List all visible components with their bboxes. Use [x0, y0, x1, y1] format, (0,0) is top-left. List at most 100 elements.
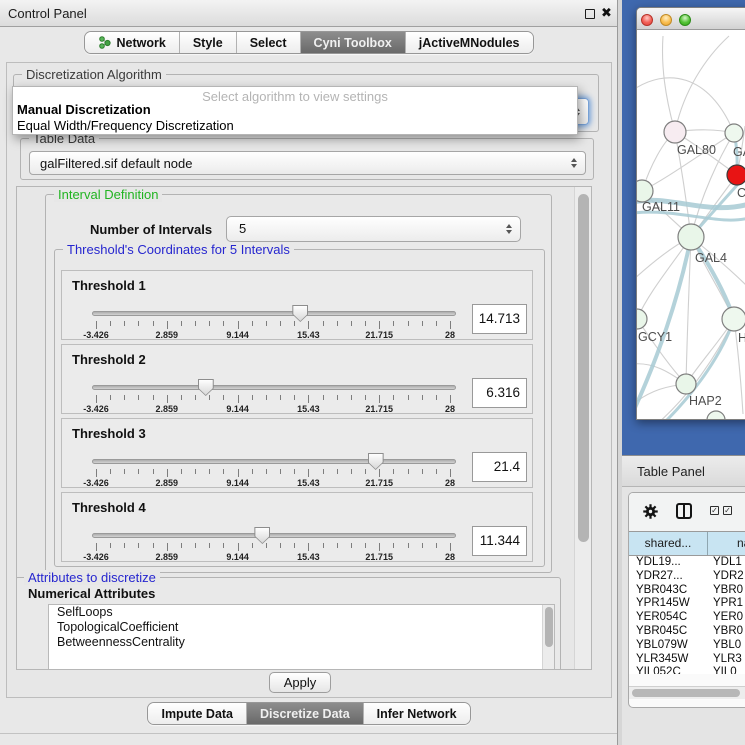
network-node[interactable] [727, 165, 745, 185]
column-header-name[interactable]: na [709, 532, 745, 555]
tick-mark [167, 543, 168, 551]
tab-infer-network[interactable]: Infer Network [364, 703, 470, 724]
table-row[interactable]: YIL052CYIL0 [629, 666, 745, 674]
attributes-group-title: Attributes to discretize [24, 570, 160, 585]
checkbox-checked-icon[interactable]: ✓ [723, 506, 732, 515]
slider-track[interactable] [92, 311, 456, 316]
tick-mark [167, 321, 168, 329]
tick-mark [393, 543, 394, 548]
checkbox-checked-icon[interactable]: ✓ [710, 506, 719, 515]
tick-mark [365, 395, 366, 400]
tab-cyni-toolbox[interactable]: Cyni Toolbox [301, 32, 406, 53]
table-row[interactable]: YDR27...YDR2 [629, 570, 745, 584]
slider-track[interactable] [92, 385, 456, 390]
tick-mark [323, 469, 324, 474]
slider-track[interactable] [92, 533, 456, 538]
network-node[interactable] [637, 309, 647, 329]
tab-style[interactable]: Style [180, 32, 237, 53]
cell-name: YBL0 [713, 639, 741, 651]
tab-discretize-data[interactable]: Discretize Data [247, 703, 364, 724]
list-scrollbar[interactable] [542, 605, 554, 669]
threshold-value-field[interactable]: 14.713 [472, 304, 527, 334]
network-edge[interactable] [642, 133, 734, 191]
table-row[interactable]: YLR345WYLR3 [629, 653, 745, 667]
popup-option-equal-width-frequency-discretization[interactable]: Equal Width/Frequency Discretization [13, 118, 577, 134]
float-icon[interactable] [585, 9, 595, 19]
tick-mark [450, 321, 451, 329]
network-node-label: GCY1 [638, 330, 672, 344]
close-traffic-light-icon[interactable] [641, 14, 653, 26]
tick-mark [138, 469, 139, 474]
tick-mark [337, 395, 338, 400]
gear-icon[interactable] [642, 503, 659, 520]
split-columns-icon[interactable] [676, 503, 692, 519]
tab-network[interactable]: Network [85, 32, 179, 53]
table-data-group: Table Data galFiltered.sif default node [20, 138, 594, 180]
popup-option-manual-discretization[interactable]: Manual Discretization [13, 102, 577, 118]
tick-mark [153, 321, 154, 326]
table-data-combo[interactable]: galFiltered.sif default node [29, 151, 586, 175]
network-window-titlebar[interactable] [637, 8, 745, 30]
bottom-tab-bar: Impute Data Discretize DataInfer Network [0, 702, 618, 725]
column-header-shared-name[interactable]: shared... [629, 532, 708, 555]
tab-select[interactable]: Select [237, 32, 301, 53]
slider-thumb[interactable] [368, 453, 384, 470]
tick-mark [280, 543, 281, 548]
network-node[interactable] [707, 411, 725, 419]
cell-shared-name: YLR345W [636, 653, 688, 665]
apply-button[interactable]: Apply [269, 672, 331, 693]
cell-name: YBR0 [713, 584, 743, 596]
tick-mark [153, 469, 154, 474]
tick-mark [252, 543, 253, 548]
network-node[interactable] [725, 124, 743, 142]
network-window[interactable]: GAL80GACGAL11GAL4GCY1HHAP2 [636, 7, 745, 420]
network-edge[interactable] [663, 36, 676, 132]
network-canvas[interactable]: GAL80GACGAL11GAL4GCY1HHAP2 [637, 30, 745, 419]
tab-jactivemnodules[interactable]: jActiveMNodules [406, 32, 533, 53]
threshold-value-field[interactable]: 21.4 [472, 452, 527, 482]
minimize-traffic-light-icon[interactable] [660, 14, 672, 26]
tab-impute-data[interactable]: Impute Data [148, 703, 247, 724]
thresholds-group-title: Threshold's Coordinates for 5 Intervals [63, 242, 294, 257]
tick-mark [266, 395, 267, 400]
number-of-intervals-spinner[interactable]: 5 [226, 216, 521, 242]
tick-mark [223, 321, 224, 326]
network-node[interactable] [637, 180, 653, 202]
table-panel-card: ✓ ✓ shared... na YDL19...YDL1YDR27...YDR… [628, 492, 745, 708]
attribute-list-item[interactable]: BetweennessCentrality [49, 635, 554, 650]
slider-thumb[interactable] [198, 379, 214, 396]
network-edge[interactable] [637, 78, 734, 133]
tick-mark [138, 543, 139, 548]
spinner-arrows-icon [506, 224, 512, 234]
network-node[interactable] [676, 374, 696, 394]
network-node[interactable] [664, 121, 686, 143]
network-node[interactable] [678, 224, 704, 250]
close-icon[interactable]: ✖ [601, 5, 612, 21]
table-hscrollbar[interactable] [629, 686, 745, 699]
attribute-list-item[interactable]: TopologicalCoefficient [49, 620, 554, 635]
table-row[interactable]: YDL19...YDL1 [629, 556, 745, 570]
threshold-value-field[interactable]: 6.316 [472, 378, 527, 408]
tick-label: -3.426 [74, 552, 118, 562]
numerical-attributes-list[interactable]: SelfLoopsTopologicalCoefficientBetweenne… [48, 604, 555, 670]
table-row[interactable]: YBR045CYBR0 [629, 625, 745, 639]
slider-thumb[interactable] [292, 305, 308, 322]
tick-mark [167, 469, 168, 477]
network-edge[interactable] [675, 36, 729, 132]
network-node[interactable] [722, 307, 745, 331]
slider-track[interactable] [92, 459, 456, 464]
tick-mark [337, 469, 338, 474]
table-row[interactable]: YPR145WYPR1 [629, 597, 745, 611]
settings-scrollbar[interactable] [574, 187, 591, 669]
threshold-value-field[interactable]: 11.344 [472, 526, 527, 556]
cell-shared-name: YBL079W [636, 639, 688, 651]
table-row[interactable]: YER054CYER0 [629, 611, 745, 625]
tick-mark [96, 543, 97, 551]
table-row[interactable]: YBR043CYBR0 [629, 584, 745, 598]
slider-thumb[interactable] [254, 527, 270, 544]
table-row[interactable]: YBL079W YBL0 [629, 639, 745, 653]
attribute-list-item[interactable]: SelfLoops [49, 605, 554, 620]
network-edge[interactable] [637, 319, 686, 384]
zoom-traffic-light-icon[interactable] [679, 14, 691, 26]
tab-label: Impute Data [161, 707, 233, 721]
